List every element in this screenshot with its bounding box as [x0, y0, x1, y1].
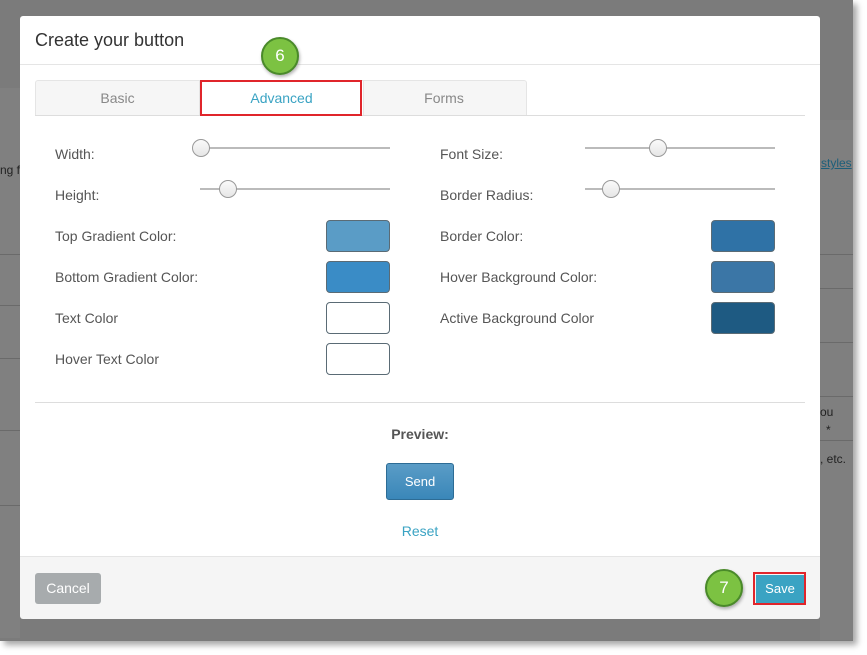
background-divider — [820, 396, 853, 397]
top-gradient-color-label: Top Gradient Color: — [55, 228, 177, 244]
tab-forms[interactable]: Forms — [362, 81, 526, 116]
text-color-swatch[interactable] — [326, 302, 390, 334]
tab-basic[interactable]: Basic — [36, 81, 199, 116]
background-right-panel — [820, 120, 853, 640]
advanced-tab-highlight — [200, 80, 362, 116]
font-size-slider-handle[interactable] — [648, 139, 667, 157]
border-radius-label: Border Radius: — [440, 187, 534, 203]
section-divider — [35, 402, 805, 403]
hover-background-color-swatch[interactable] — [711, 261, 775, 293]
save-button-highlight — [753, 572, 806, 605]
text-color-label: Text Color — [55, 310, 119, 326]
background-divider — [820, 342, 853, 343]
hover-text-color-label: Hover Text Color — [55, 351, 160, 367]
step-7-callout: 7 — [705, 569, 743, 607]
active-background-color-label: Active Background Color — [440, 310, 595, 326]
preview-send-button[interactable]: Send — [386, 463, 454, 500]
border-color-label: Border Color: — [440, 228, 524, 244]
dialog-header: Create your button — [20, 16, 820, 65]
dialog-footer: Cancel Save — [20, 556, 820, 619]
width-slider[interactable] — [200, 147, 390, 149]
background-divider — [820, 440, 853, 441]
width-slider-handle[interactable] — [192, 139, 210, 157]
create-button-dialog: Create your button Basic Advanced Forms … — [20, 16, 820, 619]
top-gradient-color-swatch[interactable] — [326, 220, 390, 252]
border-color-swatch[interactable] — [711, 220, 775, 252]
bottom-gradient-color-swatch[interactable] — [326, 261, 390, 293]
width-label: Width: — [55, 146, 95, 162]
preview-label: Preview: — [391, 426, 449, 442]
background-divider — [0, 505, 20, 506]
background-text: , etc. — [820, 452, 847, 466]
background-divider — [820, 288, 853, 289]
background-text: ng f — [0, 163, 21, 177]
background-divider — [0, 358, 20, 359]
background-divider — [820, 254, 853, 255]
height-slider-handle[interactable] — [218, 180, 237, 198]
hover-background-color-label: Hover Background Color: — [440, 269, 598, 285]
font-size-slider[interactable] — [585, 147, 775, 149]
reset-link[interactable]: Reset — [20, 523, 820, 539]
cancel-button[interactable]: Cancel — [35, 573, 101, 604]
font-size-label: Font Size: — [440, 146, 504, 162]
bottom-gradient-color-label: Bottom Gradient Color: — [55, 269, 199, 285]
height-label: Height: — [55, 187, 100, 203]
dialog-title: Create your button — [35, 30, 185, 50]
background-divider — [0, 430, 20, 431]
background-text: ou — [820, 405, 834, 419]
border-radius-slider-handle[interactable] — [602, 180, 621, 198]
tab-divider — [35, 115, 805, 116]
hover-text-color-swatch[interactable] — [326, 343, 390, 375]
background-divider — [0, 254, 20, 255]
active-background-color-swatch[interactable] — [711, 302, 775, 334]
background-link[interactable]: styles — [821, 156, 852, 170]
background-text: * — [826, 423, 831, 437]
step-6-callout: 6 — [261, 37, 299, 75]
background-divider — [0, 305, 20, 306]
